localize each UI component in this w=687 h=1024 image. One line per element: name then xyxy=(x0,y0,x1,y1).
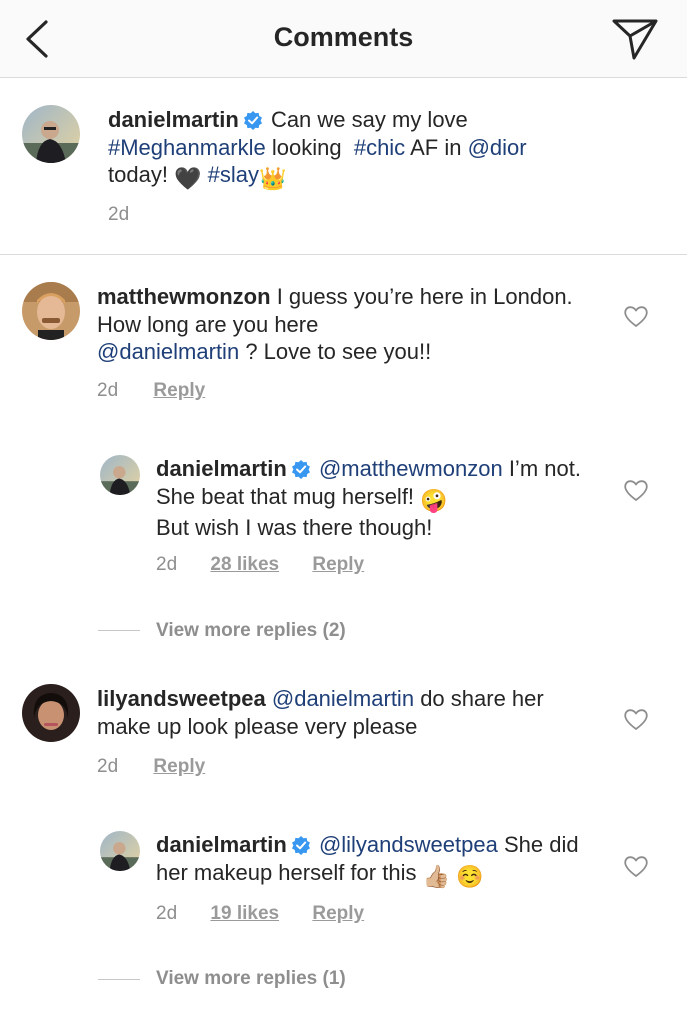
mention-link[interactable]: @danielmartin xyxy=(272,686,414,711)
reply-meta: 2d 28 likes Reply xyxy=(156,554,364,576)
view-more-replies-button[interactable]: View more replies (2) xyxy=(156,620,346,642)
black-heart-icon: 🖤 xyxy=(174,166,202,191)
likes-count-link[interactable]: 19 likes xyxy=(210,903,279,925)
username[interactable]: danielmartin xyxy=(156,832,287,857)
hashtag-link[interactable]: #Meghanmarkle xyxy=(108,135,266,160)
like-button[interactable] xyxy=(623,854,649,878)
reply-button[interactable]: Reply xyxy=(153,380,205,402)
comment-meta: 2d Reply xyxy=(97,380,205,402)
username[interactable]: lilyandsweetpea xyxy=(97,686,266,711)
comment-text: lilyandsweetpea @danielmartin do share h… xyxy=(97,685,597,740)
reply-meta: 2d 19 likes Reply xyxy=(156,903,364,925)
verified-badge-icon xyxy=(291,460,310,479)
caption-text: danielmartin Can we say my love #Meghanm… xyxy=(108,106,628,193)
divider-line xyxy=(98,979,140,980)
mention-link[interactable]: @matthewmonzon xyxy=(319,456,503,481)
like-button[interactable] xyxy=(623,707,649,731)
caption-segment: AF in xyxy=(410,134,462,160)
timestamp: 2d xyxy=(97,380,119,401)
hashtag-link[interactable]: #chic xyxy=(354,135,405,160)
timestamp: 2d xyxy=(108,204,130,225)
heart-outline-icon xyxy=(624,480,648,501)
reply-text: danielmartin @matthewmonzon I’m not. She… xyxy=(156,455,596,542)
reply-button[interactable]: Reply xyxy=(153,756,205,778)
heart-outline-icon xyxy=(624,856,648,877)
share-button[interactable] xyxy=(610,16,660,62)
comment-meta: 2d Reply xyxy=(97,756,205,778)
post-meta: 2d xyxy=(108,204,129,226)
top-bar: Comments xyxy=(0,0,687,78)
reply-button[interactable]: Reply xyxy=(312,903,364,925)
username[interactable]: matthewmonzon xyxy=(97,284,271,309)
verified-badge-icon xyxy=(291,836,310,855)
verified-badge-icon xyxy=(243,111,262,130)
reply-button[interactable]: Reply xyxy=(312,554,364,576)
zany-face-icon: 🤪 xyxy=(420,487,448,513)
avatar[interactable] xyxy=(100,831,140,871)
page-title: Comments xyxy=(273,22,414,52)
timestamp: 2d xyxy=(97,756,119,777)
mention-link[interactable]: @danielmartin xyxy=(97,339,239,364)
smiling-face-icon: ☺️ xyxy=(456,863,484,889)
like-button[interactable] xyxy=(623,478,649,502)
mention-link[interactable]: @lilyandsweetpea xyxy=(319,832,498,857)
comment-text: matthewmonzon I guess you’re here in Lon… xyxy=(97,283,597,366)
username[interactable]: danielmartin xyxy=(108,107,239,132)
caption-segment: Can we say my love xyxy=(270,107,468,132)
avatar[interactable] xyxy=(22,282,80,340)
hashtag-link[interactable]: #slay xyxy=(208,162,259,187)
reply-segment: But wish I was there though! xyxy=(156,515,433,540)
timestamp: 2d xyxy=(156,903,178,924)
heart-outline-icon xyxy=(624,306,648,327)
mention-link[interactable]: @dior xyxy=(468,135,527,160)
post-caption: danielmartin Can we say my love #Meghanm… xyxy=(0,79,687,255)
timestamp: 2d xyxy=(156,554,178,575)
crown-icon: 👑 xyxy=(258,166,287,191)
divider-line xyxy=(98,630,140,631)
avatar[interactable] xyxy=(22,684,80,742)
like-button[interactable] xyxy=(623,304,649,328)
username[interactable]: danielmartin xyxy=(156,456,287,481)
likes-count-link[interactable]: 28 likes xyxy=(210,554,279,576)
thumbs-up-icon: 👍🏼 xyxy=(422,863,450,889)
caption-segment: today! xyxy=(108,162,168,187)
caption-segment: looking xyxy=(271,134,342,160)
avatar[interactable] xyxy=(22,105,80,163)
view-more-replies-button[interactable]: View more replies (1) xyxy=(156,968,346,990)
comment-segment: ? Love to see you!! xyxy=(245,339,432,364)
paper-plane-icon xyxy=(612,19,658,60)
avatar[interactable] xyxy=(100,455,140,495)
heart-outline-icon xyxy=(624,709,648,730)
reply-text: danielmartin @lilyandsweetpea She did he… xyxy=(156,831,596,890)
